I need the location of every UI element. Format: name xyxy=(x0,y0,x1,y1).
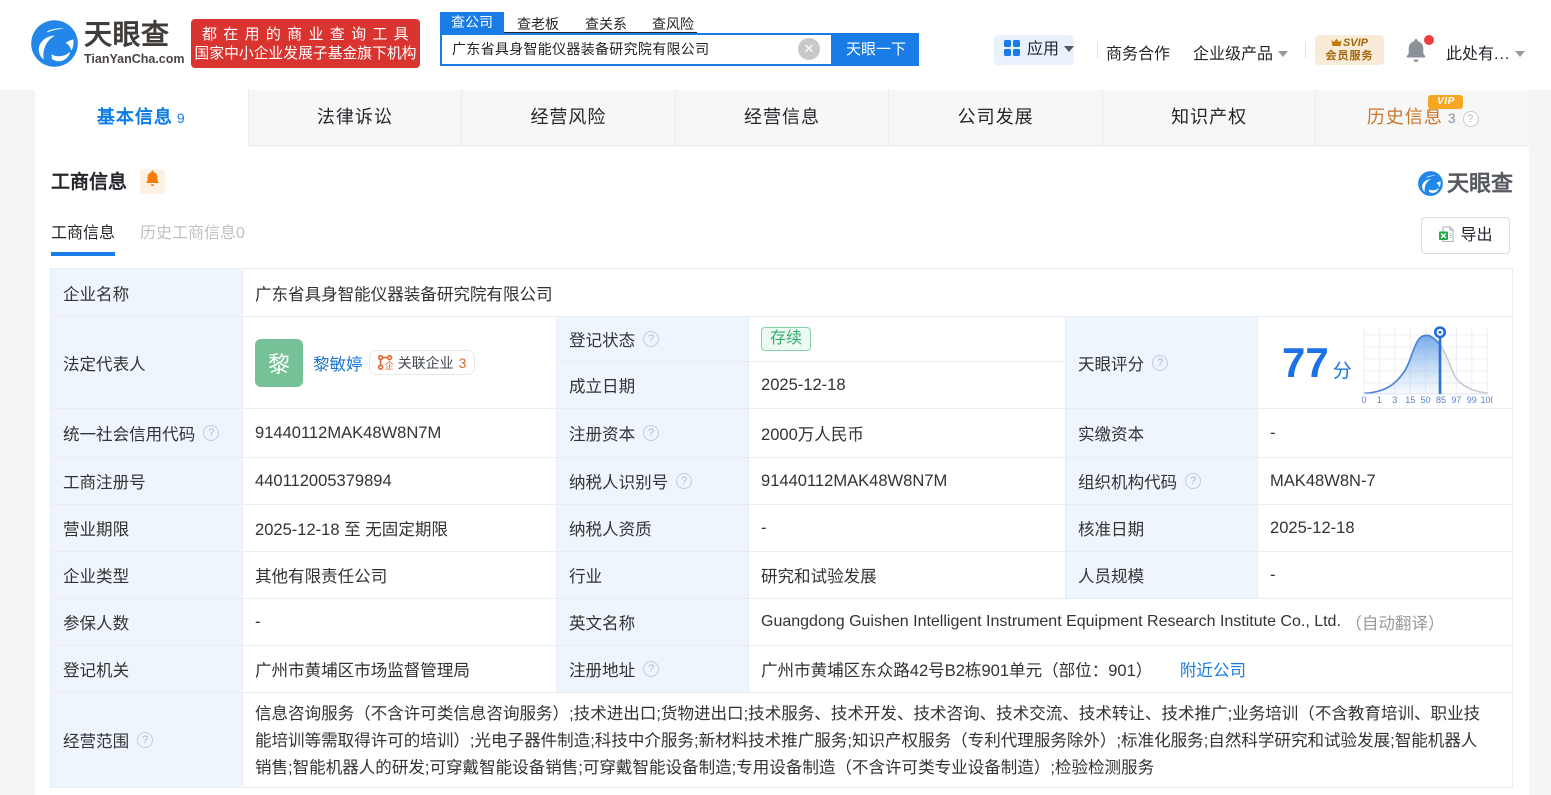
svg-text:85: 85 xyxy=(1436,395,1446,405)
svg-text:97: 97 xyxy=(1451,395,1461,405)
svg-text:100: 100 xyxy=(1480,395,1493,405)
svg-text:0: 0 xyxy=(1361,395,1366,405)
svg-text:1: 1 xyxy=(1377,395,1382,405)
svg-text:15: 15 xyxy=(1405,395,1415,405)
svg-text:99: 99 xyxy=(1467,395,1477,405)
svg-text:企: 企 xyxy=(384,360,392,370)
svg-text:50: 50 xyxy=(1420,395,1430,405)
svg-text:3: 3 xyxy=(1392,395,1397,405)
